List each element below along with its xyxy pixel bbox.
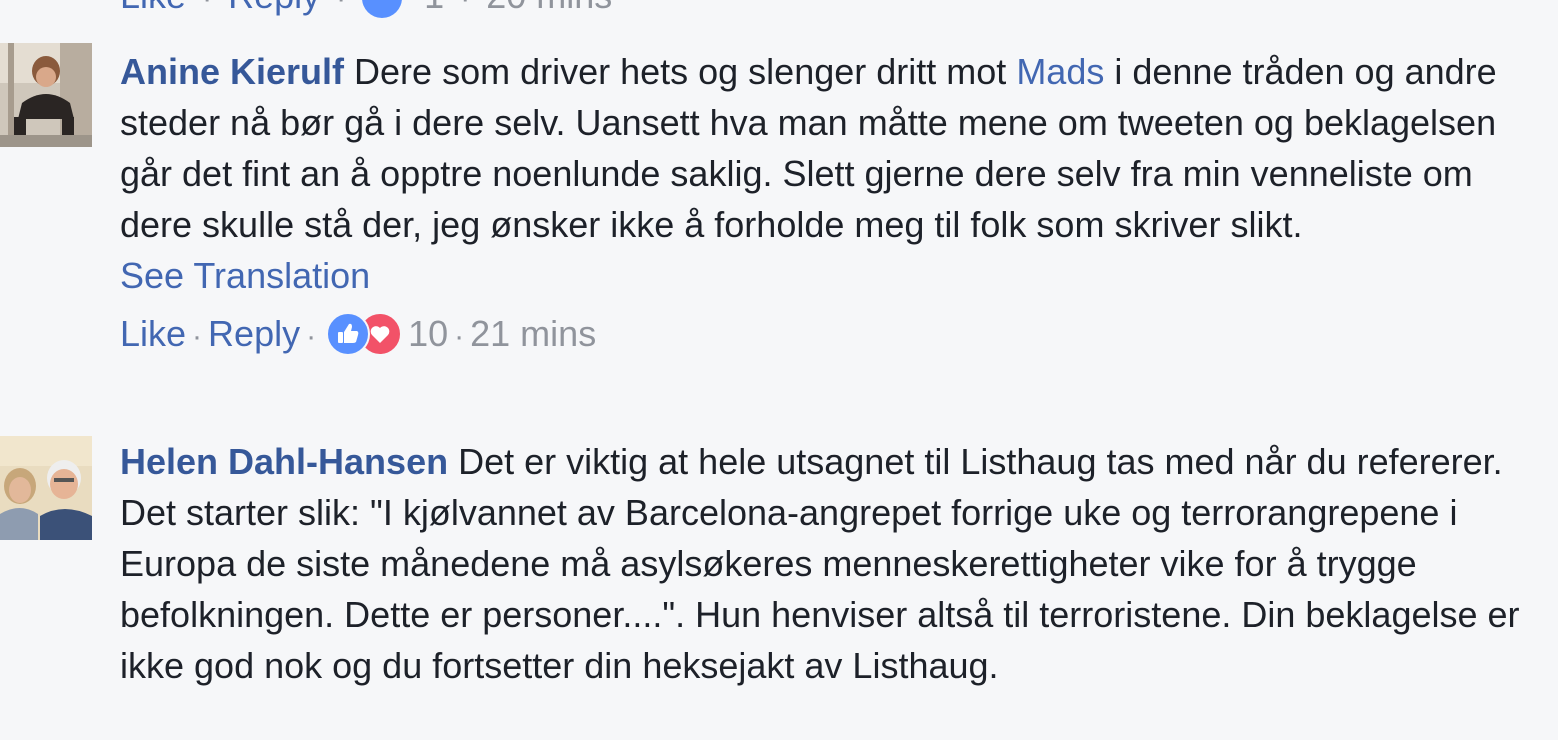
mention-link[interactable]: Mads [1016,51,1104,92]
avatar[interactable] [0,43,92,147]
like-link[interactable]: Like [120,0,186,16]
like-icon [326,312,371,356]
separator: · [454,0,476,15]
avatar[interactable] [0,436,92,540]
separator: · [454,320,465,353]
separator: · [192,320,203,353]
see-translation-link[interactable]: See Translation [120,250,1538,301]
reaction-count[interactable]: 1 [424,0,444,16]
previous-comment-actions: Like · Reply · 1 · 20 mins [120,0,612,19]
comment-text-start: Dere som driver hets og slenger dritt mo… [354,51,1007,92]
avatar-photo [0,43,92,147]
comment-time[interactable]: 20 mins [486,0,612,16]
separator: · [196,0,218,15]
avatar-photo [0,436,92,540]
comment-actions: Like · Reply · 10 · 21 mins [120,308,1538,362]
reply-link[interactable]: Reply [228,0,320,16]
comment-time[interactable]: 21 mins [470,313,596,354]
reply-link[interactable]: Reply [208,313,300,354]
comment-author[interactable]: Helen Dahl-Hansen [120,441,448,482]
reaction-count[interactable]: 10 [408,313,448,354]
comment-body: Helen Dahl-Hansen Det er viktig at hele … [120,436,1538,691]
separator: · [306,320,317,353]
comment-body: Anine Kierulf Dere som driver hets og sl… [120,46,1538,362]
separator: · [330,0,352,15]
like-reaction-icon[interactable] [362,0,403,19]
like-link[interactable]: Like [120,313,186,354]
comment-author[interactable]: Anine Kierulf [120,51,344,92]
reactions-summary[interactable] [326,312,403,356]
